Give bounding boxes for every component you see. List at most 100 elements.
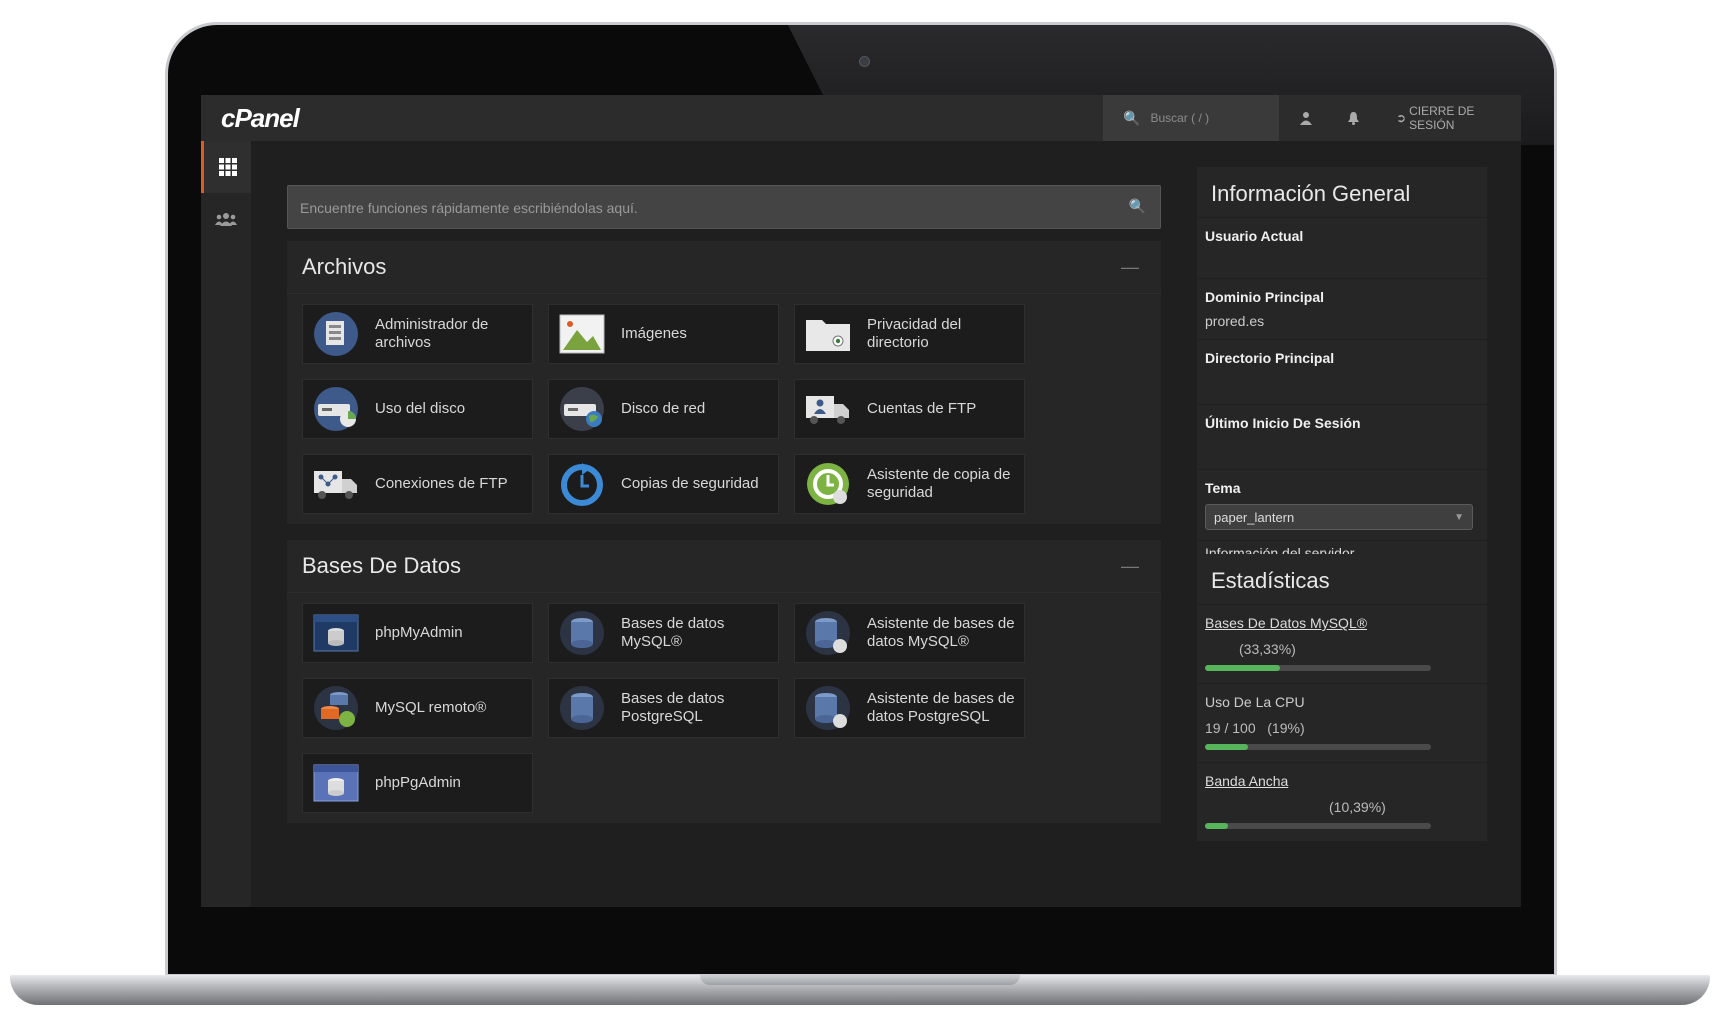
cpanel-logo[interactable]: cPanel xyxy=(221,103,300,134)
grid-icon xyxy=(218,158,237,176)
tile-network-disk[interactable]: Disco de red xyxy=(548,379,779,439)
tile-backup-wizard[interactable]: Asistente de copia de seguridad xyxy=(794,454,1025,514)
tile-remote-mysql[interactable]: MySQL remoto® xyxy=(302,678,533,738)
progress-fill xyxy=(1205,744,1248,750)
tile-mysql-databases[interactable]: Bases de datos MySQL® xyxy=(548,603,779,663)
ftp-connections-icon xyxy=(311,459,361,509)
tile-backups[interactable]: Copias de seguridad xyxy=(548,454,779,514)
tile-phpmyadmin[interactable]: phpMyAdmin xyxy=(302,603,533,663)
logout-icon: ➲ xyxy=(1396,111,1407,125)
search-icon: 🔍 xyxy=(1123,109,1141,126)
progress-bar xyxy=(1205,823,1431,829)
files-panel-title: Archivos xyxy=(302,254,387,279)
tile-directory-privacy[interactable]: Privacidad del directorio xyxy=(794,304,1025,364)
postgresql-database-icon xyxy=(557,683,607,733)
postgresql-wizard-icon xyxy=(803,683,853,733)
tile-label: Disco de red xyxy=(621,400,706,417)
tile-postgresql-databases[interactable]: Bases de datos PostgreSQL xyxy=(548,678,779,738)
tile-phppgadmin[interactable]: phpPgAdmin xyxy=(302,753,533,813)
phpmyadmin-icon xyxy=(311,608,361,658)
tile-file-manager[interactable]: Administrador de archivos xyxy=(302,304,533,364)
tile-label: Privacidad del directorio xyxy=(867,316,962,351)
theme-select[interactable]: paper_lantern ▼ xyxy=(1205,504,1473,530)
tile-mysql-wizard[interactable]: Asistente de bases de datos MySQL® xyxy=(794,603,1025,663)
laptop-notch xyxy=(700,975,1020,985)
files-panel-header[interactable]: Archivos — xyxy=(287,241,1161,294)
stat-cpu: Uso De La CPU 19 / 100 (19%) xyxy=(1197,683,1487,762)
mysql-database-icon xyxy=(557,608,607,658)
caret-down-icon: ▼ xyxy=(1454,511,1464,523)
sidebar-item-users[interactable] xyxy=(201,193,251,245)
file-manager-icon xyxy=(311,309,361,359)
network-disk-icon xyxy=(557,384,607,434)
stat-label[interactable]: Bases De Datos MySQL® xyxy=(1205,615,1367,631)
databases-panel-title: Bases De Datos xyxy=(302,553,461,578)
theme-value: paper_lantern xyxy=(1214,509,1295,525)
disk-usage-icon xyxy=(311,384,361,434)
stat-value: (33,33%) xyxy=(1239,641,1296,657)
progress-fill xyxy=(1205,823,1229,829)
top-bar: cPanel 🔍 Buscar ( / ) ➲ CIERRE DE SESIÓN xyxy=(201,95,1521,141)
sidebar-item-home[interactable] xyxy=(201,141,251,193)
databases-panel: Bases De Datos — phpMyAdmin Bases de dat… xyxy=(287,540,1161,823)
ftp-accounts-icon xyxy=(803,384,853,434)
find-functions-input[interactable] xyxy=(288,186,1122,230)
main-domain-value: prored.es xyxy=(1205,313,1265,329)
remote-mysql-icon xyxy=(311,683,361,733)
tile-postgresql-wizard[interactable]: Asistente de bases de datos PostgreSQL xyxy=(794,678,1025,738)
tile-label: Uso del disco xyxy=(375,400,466,417)
home-dir-label: Directorio Principal xyxy=(1205,350,1335,366)
tile-label: Conexiones de FTP xyxy=(375,475,508,492)
tile-label: Asistente de bases de datos PostgreSQL xyxy=(867,690,1015,725)
tile-label: Asistente de copia de seguridad xyxy=(867,466,1011,501)
current-user-label: Usuario Actual xyxy=(1205,228,1304,244)
theme-row: Tema paper_lantern ▼ xyxy=(1197,469,1487,540)
current-user-row: Usuario Actual xyxy=(1197,217,1487,278)
phppgadmin-icon xyxy=(311,758,361,808)
tile-label: Asistente de bases de datos MySQL® xyxy=(867,615,1015,650)
top-search[interactable]: 🔍 Buscar ( / ) xyxy=(1103,95,1279,141)
tile-disk-usage[interactable]: Uso del disco xyxy=(302,379,533,439)
progress-bar xyxy=(1205,665,1431,671)
progress-bar xyxy=(1205,744,1431,750)
databases-panel-header[interactable]: Bases De Datos — xyxy=(287,540,1161,593)
tile-label: Imágenes xyxy=(621,325,687,342)
theme-label: Tema xyxy=(1205,480,1241,496)
tile-label: Bases de datos MySQL® xyxy=(621,615,725,650)
general-info-title: Información General xyxy=(1211,181,1411,206)
tile-label: Cuentas de FTP xyxy=(867,400,977,417)
find-functions-box[interactable]: 🔍 xyxy=(287,185,1161,230)
collapse-icon[interactable]: — xyxy=(1121,257,1139,278)
tile-label: Administrador de archivos xyxy=(375,316,489,351)
stat-value: 19 / 100 (19%) xyxy=(1205,720,1305,736)
collapse-icon[interactable]: — xyxy=(1121,556,1139,577)
stat-mysql: Bases De Datos MySQL® (33,33%) xyxy=(1197,604,1487,683)
tile-label: MySQL remoto® xyxy=(375,699,487,716)
logout-button[interactable]: ➲ CIERRE DE SESIÓN xyxy=(1396,95,1521,141)
statistics-panel: Estadísticas Bases De Datos MySQL® (33,3… xyxy=(1197,554,1487,841)
stat-value: (10,39%) xyxy=(1329,799,1386,815)
progress-fill xyxy=(1205,665,1281,671)
last-login-row: Último Inicio De Sesión xyxy=(1197,404,1487,469)
tile-ftp-accounts[interactable]: Cuentas de FTP xyxy=(794,379,1025,439)
main-domain-label: Dominio Principal xyxy=(1205,289,1325,305)
last-login-label: Último Inicio De Sesión xyxy=(1205,415,1361,431)
search-icon: 🔍 xyxy=(1128,198,1146,214)
general-info-panel: Información General Usuario Actual Domin… xyxy=(1197,167,1487,575)
backup-wizard-icon xyxy=(803,459,853,509)
backup-icon xyxy=(557,459,607,509)
tile-images[interactable]: Imágenes xyxy=(548,304,779,364)
bell-icon[interactable] xyxy=(1328,95,1378,141)
top-search-placeholder: Buscar ( / ) xyxy=(1150,111,1210,125)
tile-label: phpPgAdmin xyxy=(375,774,461,791)
databases-grid: phpMyAdmin Bases de datos MySQL® Asisten… xyxy=(287,593,1161,823)
files-panel: Archivos — Administrador de archivos Imá… xyxy=(287,241,1161,524)
user-icon[interactable] xyxy=(1281,95,1331,141)
stat-label[interactable]: Banda Ancha xyxy=(1205,773,1288,789)
mysql-wizard-icon xyxy=(803,608,853,658)
tile-label: Bases de datos PostgreSQL xyxy=(621,690,725,725)
files-grid: Administrador de archivos Imágenes Priva… xyxy=(287,294,1161,524)
tile-label: phpMyAdmin xyxy=(375,624,463,641)
tile-ftp-connections[interactable]: Conexiones de FTP xyxy=(302,454,533,514)
sidebar xyxy=(201,141,251,907)
